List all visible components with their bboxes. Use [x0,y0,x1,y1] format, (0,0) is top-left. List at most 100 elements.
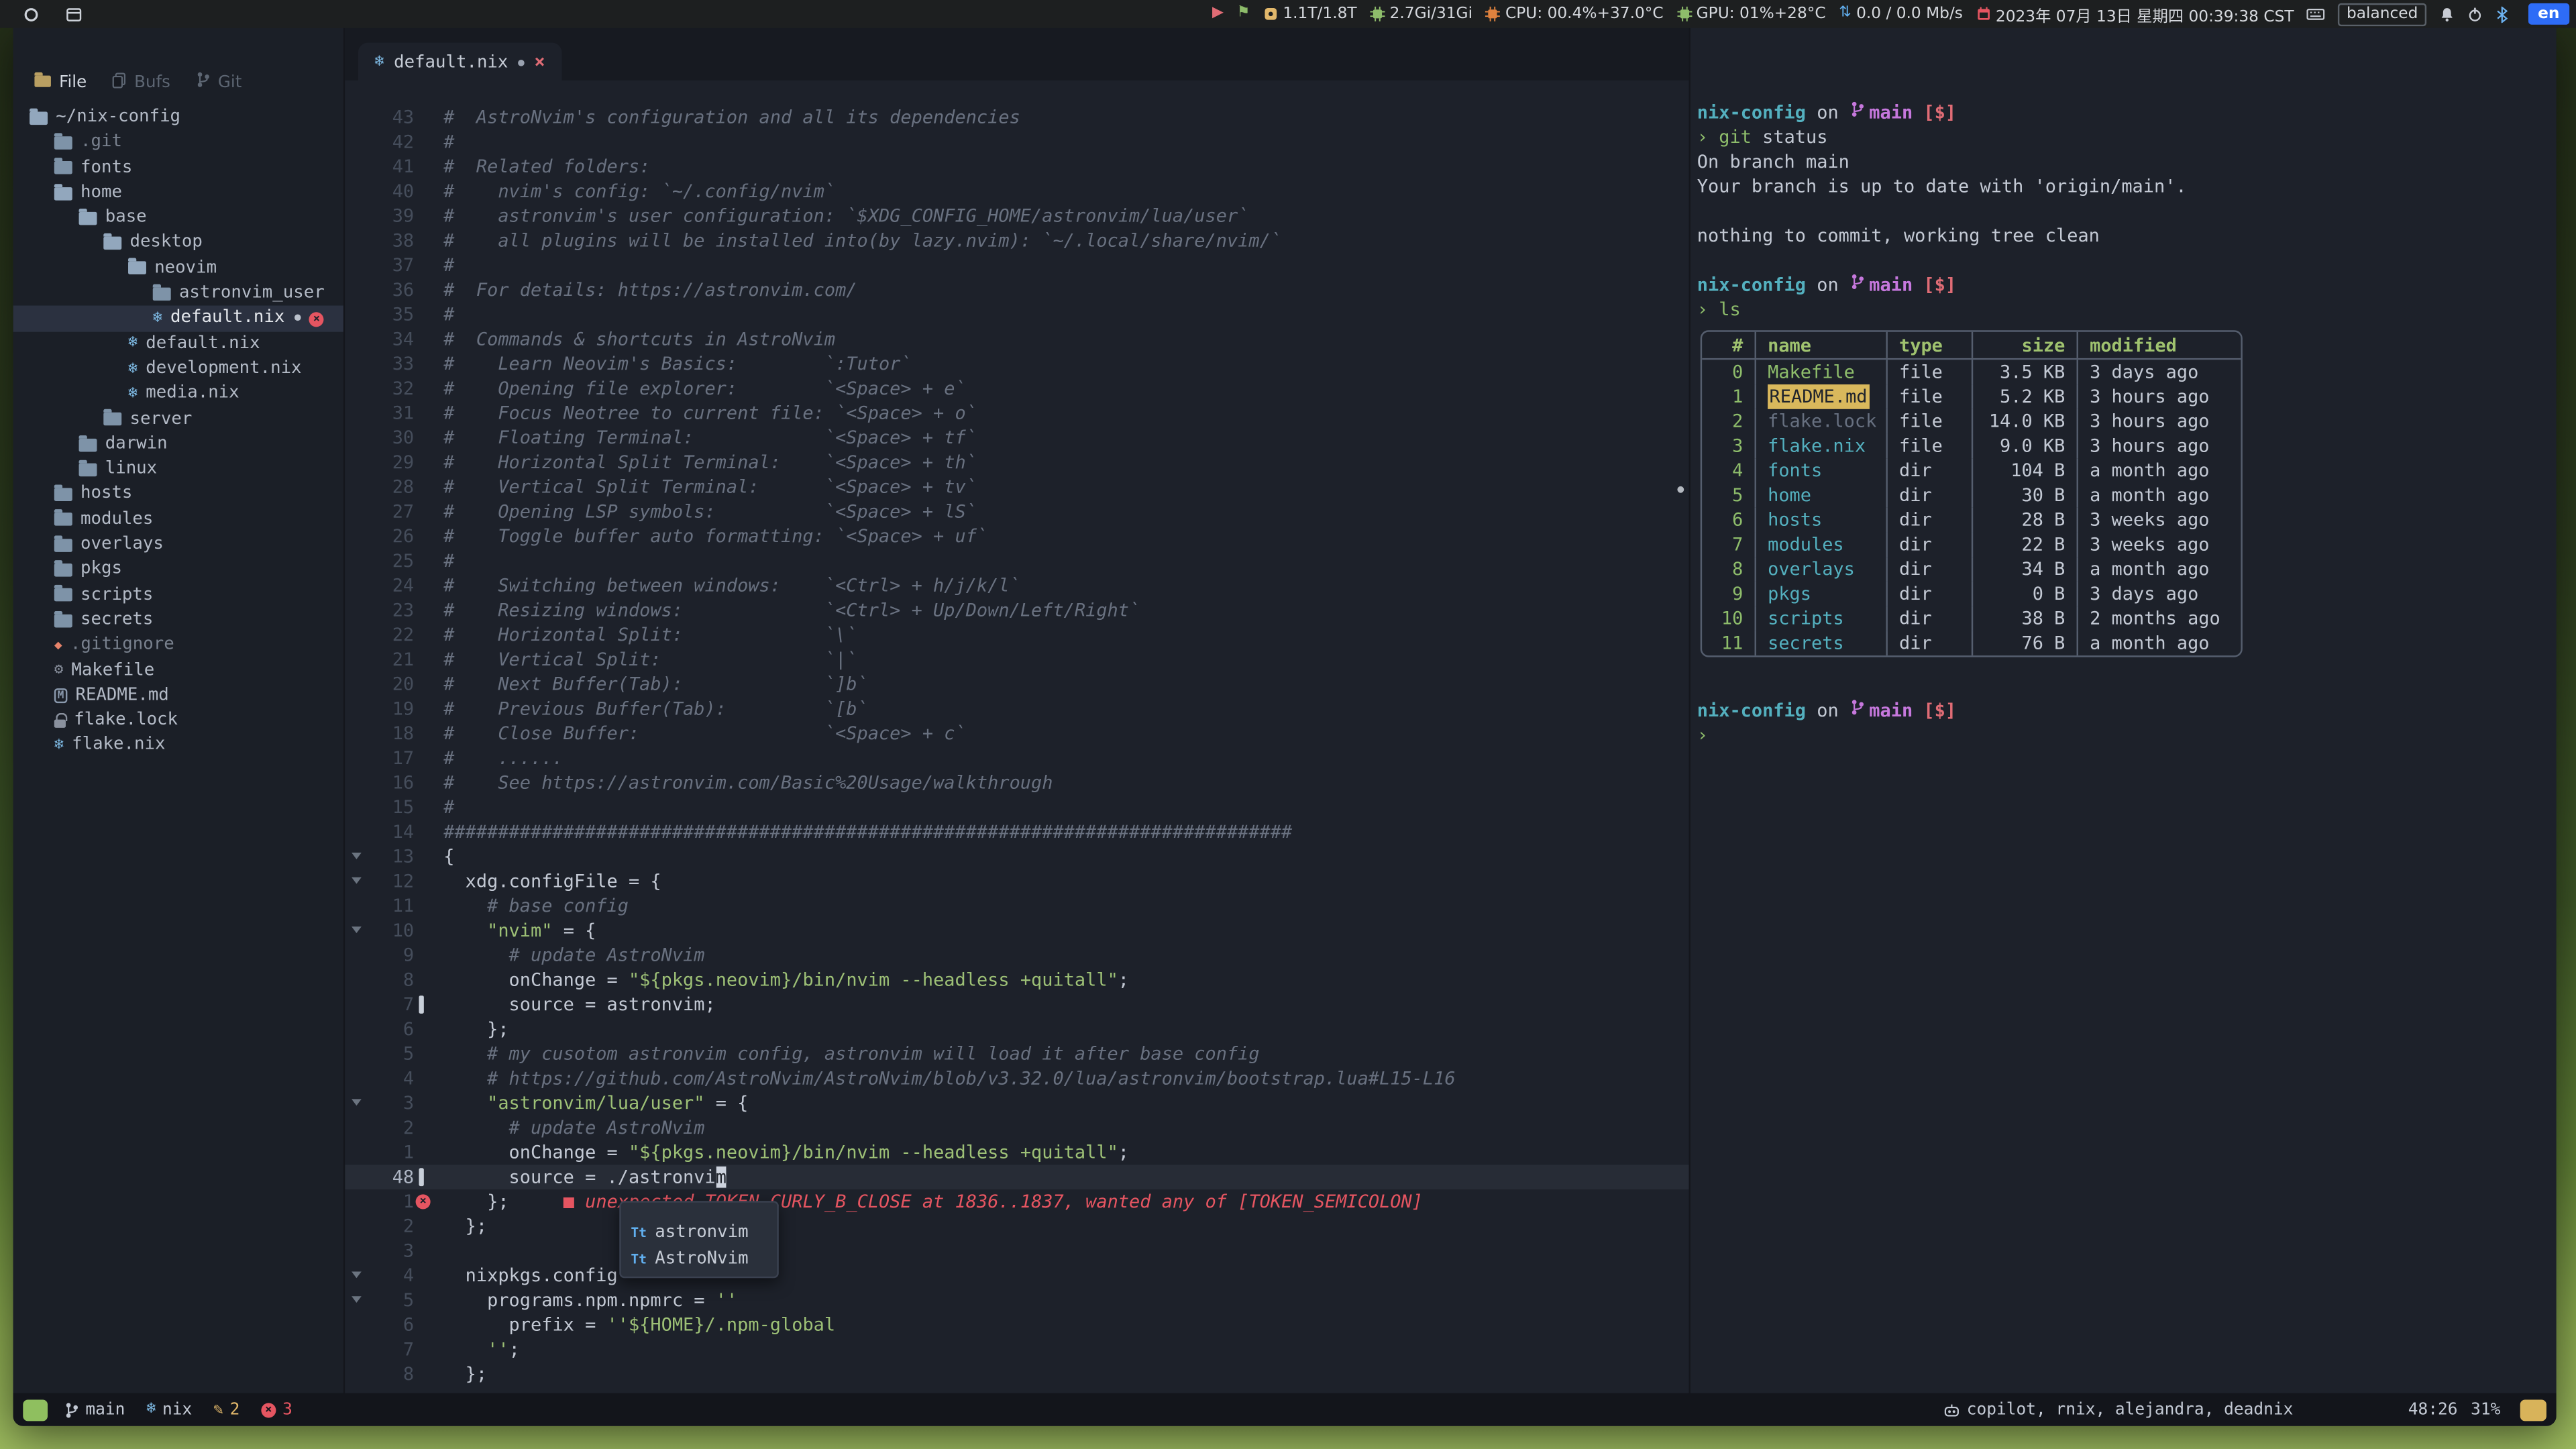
code-line: 37# [345,253,1688,278]
fold-column[interactable] [345,918,368,943]
file-name: overlays [1755,557,1886,582]
cpu-usage-text: CPU: 00.4%+37.0°C [1505,5,1664,23]
tree-item-flake.lock[interactable]: flake.lock [13,708,343,733]
power-profile[interactable]: balanced [2339,3,2426,25]
file-size: 30 B [1972,483,2077,508]
tree-item-darwin[interactable]: darwin [13,432,343,457]
tree-item-.gitignore[interactable]: ◆.gitignore [13,633,343,657]
sidebar-tab-bufs[interactable]: Bufs [111,72,170,93]
tree-item-astronvim_user[interactable]: astronvim_user [13,281,343,306]
tree-item-label: astronvim_user [179,281,325,306]
media-icon[interactable]: ▶ [1212,7,1224,21]
tree-item-Makefile[interactable]: ⚙Makefile [13,658,343,683]
keyboard-layout-icon[interactable] [2307,7,2325,21]
ls-output-table: #nametypesizemodified0Makefilefile3.5 KB… [1701,330,2243,657]
tree-item-modules[interactable]: modules [13,507,343,532]
bluetooth-icon[interactable] [2495,6,2508,22]
ls-row-flake.lock: 2flake.lockfile14.0 KB3 hours ago [1702,409,2241,434]
tree-item-flake.nix[interactable]: ❄flake.nix [13,733,343,758]
completion-item[interactable]: Tt astronvim [621,1219,777,1245]
block-cursor: m [716,1167,727,1188]
fold-column [345,499,368,524]
code-line: 19# Previous Buffer(Tab): `[b` [345,696,1688,721]
sidebar-tab-git[interactable]: Git [195,70,242,93]
completion-kind-icon: Tt [631,1225,647,1240]
launcher-icon[interactable] [23,6,39,22]
file-type: file [1886,434,1971,459]
tree-item-.git[interactable]: .git [13,130,343,155]
tree-item-label: development.nix [146,356,301,381]
network-speed[interactable]: ⇅0.0 / 0.0 Mb/s [1839,5,1963,23]
gpu-usage[interactable]: GPU: 01%+28°C [1676,5,1825,23]
completion-item[interactable]: TtAstroNvim [621,1245,777,1271]
gear-icon: ⚙ [54,658,63,683]
tree-item-development.nix[interactable]: ❄development.nix [13,356,343,381]
sidebar-tab-label: Git [218,73,241,91]
folder-icon [79,463,97,476]
bell-icon[interactable] [2439,6,2454,22]
file-size: 34 B [1972,557,2077,582]
terminal-pane[interactable]: nix-config on main [$]› git statusOn bra… [1689,28,2557,1393]
tree-item-fonts[interactable]: fonts [13,156,343,180]
tree-item-desktop[interactable]: desktop [13,231,343,256]
tree-item-server[interactable]: server [13,407,343,431]
sign-column [414,1042,430,1067]
sign-column [414,1288,430,1313]
tree-item-default.nix[interactable]: ❄default.nix [13,331,343,356]
line-number: 26 [368,524,415,549]
code-line: 23# Resizing windows: `<Ctrl> + Up/Down/… [345,598,1688,623]
power-icon[interactable] [2467,6,2482,22]
tree-item-README.md[interactable]: MREADME.md [13,683,343,708]
tab-default-nix[interactable]: ❄ default.nix ● × [358,43,561,80]
lsp-clients[interactable]: copilot, rnix, alejandra, deadnix [1943,1401,2293,1419]
code-buffer[interactable]: 43# AstroNvim's configuration and all it… [345,80,1688,1387]
tree-item-nix-config[interactable]: ~/nix-config [13,105,343,130]
table-header-cell: # [1702,332,1754,358]
line-number: 4 [368,1066,415,1091]
code-line: 11 # base config [345,894,1688,918]
sign-column [414,869,430,894]
top-status-bar: ▶ ⚑ 1.1T/1.8T 2.7Gi/31Gi CPU: 00.4%+37.0°C GP… [0,0,2576,28]
disk-usage[interactable]: 1.1T/1.8T [1263,5,1357,23]
chevron-down-icon [352,1272,362,1279]
folder-icon [103,413,121,426]
sign-column [414,253,430,278]
fold-column[interactable] [345,1263,368,1288]
code-line: 15# [345,795,1688,820]
file-modified: 3 hours ago [2077,384,2241,409]
tree-item-base[interactable]: base [13,206,343,231]
tree-item-linux[interactable]: linux [13,457,343,482]
tree-item-home[interactable]: home [13,180,343,205]
memory-usage[interactable]: 2.7Gi/31Gi [1370,5,1472,23]
fold-column[interactable] [345,1288,368,1313]
fold-column[interactable] [345,1091,368,1116]
tree-item-secrets[interactable]: secrets [13,608,343,633]
completion-label: astronvim [655,1222,748,1242]
fold-column[interactable] [345,869,368,894]
sidebar-tab-file[interactable]: File [34,73,87,91]
sign-column [414,1066,430,1091]
tree-item-default.nix[interactable]: ❄default.nix●× [13,306,343,331]
tree-item-scripts[interactable]: scripts [13,583,343,608]
tree-item-hosts[interactable]: hosts [13,482,343,507]
nix-icon: ❄ [128,335,138,352]
cpu-usage[interactable]: CPU: 00.4%+37.0°C [1486,5,1664,23]
split-handle-dot[interactable] [1677,486,1684,493]
change-count-value: 2 [230,1401,240,1419]
git-branch[interactable]: main [64,1401,125,1419]
tree-item-media.nix[interactable]: ❄media.nix [13,382,343,407]
change-count[interactable]: ✎ 2 [213,1401,239,1419]
workspaces-icon[interactable] [66,6,82,22]
language-indicator[interactable]: en [2522,3,2570,25]
tab-close-icon[interactable]: × [534,51,545,72]
line-text: ''; [431,1337,520,1362]
clock[interactable]: 2023年 07月 13日 星期四 00:39:38 CST [1976,3,2294,25]
code-line: 4 # https://github.com/AstroNvim/AstroNv… [345,1066,1688,1091]
tree-item-neovim[interactable]: neovim [13,256,343,281]
tree-item-overlays[interactable]: overlays [13,533,343,557]
flag-icon[interactable]: ⚑ [1237,7,1250,21]
fold-column[interactable] [345,845,368,869]
error-count[interactable]: × 3 [261,1401,292,1419]
row-index: 6 [1702,508,1754,533]
tree-item-pkgs[interactable]: pkgs [13,557,343,582]
